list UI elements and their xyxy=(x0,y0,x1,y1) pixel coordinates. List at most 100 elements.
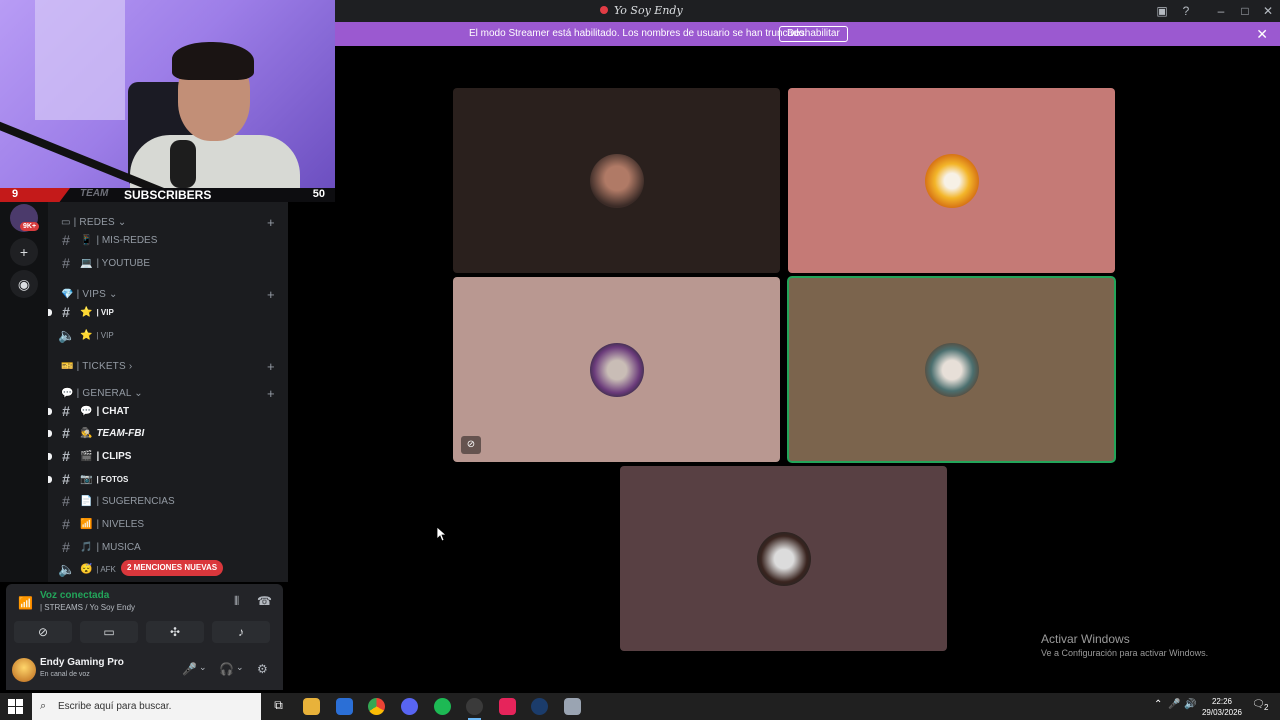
taskbar: ⌕ Escribe aquí para buscar. ⧉ ⌃ 🎤 🔊 22:2… xyxy=(0,693,1280,720)
add-channel-icon[interactable]: + xyxy=(267,359,275,374)
app-icon[interactable] xyxy=(564,698,581,715)
participant-avatar[interactable] xyxy=(924,342,979,397)
file-explorer-icon[interactable] xyxy=(303,698,320,715)
video-tile[interactable] xyxy=(453,88,780,273)
windows-start-icon[interactable] xyxy=(8,699,23,714)
user-panel: Endy Gaming Pro En canal de voz 🎤 ⌄ 🎧 ⌄ … xyxy=(6,650,283,690)
category-tickets[interactable]: 🎫 | TICKETS › + xyxy=(61,359,275,374)
channel-team-fbi[interactable]: # 🕵 TEAM-FBI xyxy=(48,423,282,443)
video-tile[interactable] xyxy=(787,276,1116,463)
noise-suppression-icon[interactable]: ⦀ xyxy=(234,594,239,609)
tray-microphone-icon[interactable]: 🎤 xyxy=(1168,699,1180,710)
screen-share-button[interactable]: ▭ xyxy=(80,621,138,643)
voice-status: Voz conectada xyxy=(40,590,110,601)
subscriber-goal-bar: 9 TEAM SUBSCRIBERS 50 xyxy=(0,188,335,202)
store-icon[interactable] xyxy=(336,698,353,715)
avatar[interactable] xyxy=(12,658,36,682)
channel-niveles[interactable]: # 📶 | NIVELES xyxy=(58,514,282,534)
bars-icon: 📶 xyxy=(80,518,93,530)
microphone-icon[interactable]: 🎤 xyxy=(182,662,197,676)
spotify-icon[interactable] xyxy=(434,698,451,715)
user-status: En canal de voz xyxy=(40,671,90,678)
channel-vip-text[interactable]: # ⭐ | VIP xyxy=(48,302,282,322)
disconnect-icon[interactable]: ☎ xyxy=(257,594,272,608)
windows-activation-watermark: Activar Windows Ve a Configuración para … xyxy=(1041,632,1208,658)
goal-progress-fill xyxy=(0,188,70,202)
clapper-icon: 🎬 xyxy=(80,450,93,462)
new-mentions-pill[interactable]: 2 MENCIONES NUEVAS xyxy=(121,560,224,576)
chrome-icon[interactable] xyxy=(368,698,385,715)
video-tile[interactable]: ⊘ xyxy=(453,277,780,462)
hash-icon: # xyxy=(62,304,70,320)
document-icon: 📄 xyxy=(80,495,93,507)
soundboard-button[interactable]: ♪ xyxy=(212,621,270,643)
voice-channel-name[interactable]: | STREAMS / Yo Soy Endy xyxy=(40,603,135,612)
explore-icon[interactable]: ◉ xyxy=(10,270,38,298)
gear-icon[interactable]: ⚙ xyxy=(257,662,268,676)
channel-clips[interactable]: # 🎬 | CLIPS xyxy=(48,446,282,466)
participant-avatar[interactable] xyxy=(924,153,979,208)
close-banner-icon[interactable]: ✕ xyxy=(1256,26,1268,43)
steam-icon[interactable] xyxy=(531,698,548,715)
behind-text: TEAM xyxy=(80,188,109,199)
category-redes[interactable]: ▭ | REDES ⌄ + xyxy=(61,215,275,230)
taskbar-search-input[interactable]: ⌕ Escribe aquí para buscar. xyxy=(32,693,261,720)
channel-youtube[interactable]: # 💻 | YOUTUBE xyxy=(58,253,282,273)
category-general[interactable]: 💬 | GENERAL ⌄ + xyxy=(61,386,275,401)
video-tile[interactable] xyxy=(620,466,947,651)
inbox-icon[interactable]: ▣ xyxy=(1154,3,1170,19)
notification-center-icon[interactable]: 🗨 xyxy=(1252,699,1265,710)
webcam-background xyxy=(35,0,125,120)
star-icon: ⭐ xyxy=(80,306,93,318)
participant-avatar[interactable] xyxy=(756,531,811,586)
channel-vip-voice[interactable]: 🔈 ⭐ | VIP xyxy=(58,325,282,345)
add-channel-icon[interactable]: + xyxy=(267,215,275,230)
watermark-title: Activar Windows xyxy=(1041,632,1130,646)
add-channel-icon[interactable]: + xyxy=(267,386,275,401)
channel-chat[interactable]: # 💬 | CHAT xyxy=(48,401,282,421)
category-label: | TICKETS xyxy=(76,361,126,372)
close-window-icon[interactable]: ✕ xyxy=(1260,3,1276,19)
participant-avatar[interactable] xyxy=(589,153,644,208)
discord-canary-icon[interactable] xyxy=(401,698,418,715)
minimize-icon[interactable]: – xyxy=(1213,3,1229,19)
help-icon[interactable]: ? xyxy=(1178,3,1194,19)
maximize-icon[interactable]: □ xyxy=(1237,3,1253,19)
webcam-body xyxy=(130,135,300,188)
channel-musica[interactable]: # 🎵 | MUSICA xyxy=(58,537,282,557)
signal-icon[interactable]: 📶 xyxy=(18,596,33,610)
channel-fotos[interactable]: # 📷 | FOTOS xyxy=(48,469,282,489)
headphones-icon[interactable]: 🎧 xyxy=(219,662,234,676)
disable-streamer-button[interactable]: Deshabilitar xyxy=(779,26,848,42)
video-tile[interactable] xyxy=(788,88,1115,273)
channel-label: | CHAT xyxy=(96,405,130,417)
volume-icon[interactable]: 🔊 xyxy=(1184,699,1196,710)
camera-off-button[interactable]: ⊘ xyxy=(14,621,72,643)
add-server-icon[interactable]: + xyxy=(10,238,38,266)
chevron-down-icon[interactable]: ⌄ xyxy=(199,662,207,673)
task-view-icon[interactable]: ⧉ xyxy=(270,698,287,715)
category-vips[interactable]: 💎 | VIPS ⌄ + xyxy=(61,287,275,302)
channel-sugerencias[interactable]: # 📄 | SUGERENCIAS xyxy=(58,491,282,511)
agent-icon: 🕵 xyxy=(80,427,93,439)
start-tile xyxy=(8,699,15,706)
hash-icon: # xyxy=(62,539,70,555)
participant-avatar[interactable] xyxy=(589,342,644,397)
banner-message: El modo Streamer está habilitado. Los no… xyxy=(469,28,807,39)
channel-label: | MUSICA xyxy=(96,541,141,553)
server-badge: 9K+ xyxy=(20,222,40,231)
chevron-down-icon[interactable]: ⌄ xyxy=(236,662,244,673)
tray-chevron-icon[interactable]: ⌃ xyxy=(1154,699,1162,710)
username[interactable]: Endy Gaming Pro xyxy=(40,657,124,668)
add-channel-icon[interactable]: + xyxy=(267,287,275,302)
obs-icon[interactable] xyxy=(466,698,483,720)
activities-button[interactable]: ✣ xyxy=(146,621,204,643)
taskbar-clock[interactable]: 22:26 29/03/2026 xyxy=(1198,696,1246,718)
mouse-cursor-icon xyxy=(437,527,447,541)
channel-mis-redes[interactable]: # 📱 | MIS-REDES xyxy=(58,230,282,250)
video-off-icon: ⊘ xyxy=(461,436,481,454)
speaker-icon: 🔈 xyxy=(58,560,76,577)
window-title: Yo Soy Endy xyxy=(600,4,683,17)
tiktok-icon[interactable] xyxy=(499,698,516,715)
chevron-down-icon: ⌄ xyxy=(109,289,118,300)
